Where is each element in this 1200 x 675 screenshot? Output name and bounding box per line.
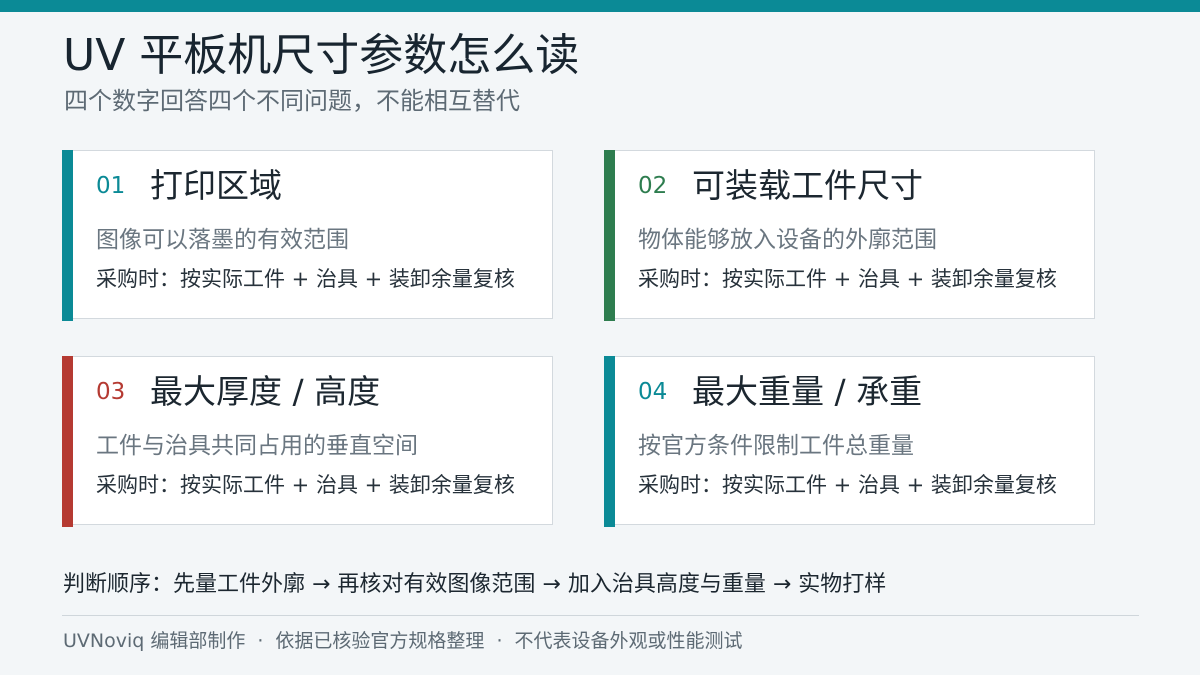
- footer-separator: ·: [496, 630, 503, 652]
- card-note: 采购时：按实际工件 + 治具 + 装卸余量复核: [638, 267, 1057, 291]
- card-accent-bar: [62, 356, 73, 527]
- top-accent-bar: [0, 0, 1200, 12]
- footer-separator: ·: [257, 630, 264, 652]
- page-title: UV 平板机尺寸参数怎么读: [63, 30, 580, 81]
- card-description: 按官方条件限制工件总重量: [638, 433, 914, 459]
- card-loadable-size: 02 可装载工件尺寸 物体能够放入设备的外廓范围 采购时：按实际工件 + 治具 …: [604, 150, 1095, 321]
- card-number: 02: [638, 173, 668, 199]
- footer-divider: [62, 615, 1139, 616]
- card-note: 采购时：按实际工件 + 治具 + 装卸余量复核: [96, 473, 515, 497]
- footer-source: 依据已核验官方规格整理: [275, 630, 485, 652]
- card-description: 图像可以落墨的有效范围: [96, 227, 349, 253]
- card-note: 采购时：按实际工件 + 治具 + 装卸余量复核: [638, 473, 1057, 497]
- card-heading: 最大重量 / 承重: [692, 372, 923, 411]
- footer-disclaimer: 不代表设备外观或性能测试: [514, 630, 743, 652]
- card-number: 01: [96, 173, 126, 199]
- card-print-area: 01 打印区域 图像可以落墨的有效范围 采购时：按实际工件 + 治具 + 装卸余…: [62, 150, 553, 321]
- card-heading: 最大厚度 / 高度: [150, 372, 381, 411]
- card-max-height: 03 最大厚度 / 高度 工件与治具共同占用的垂直空间 采购时：按实际工件 + …: [62, 356, 553, 527]
- judgment-sequence: 判断顺序：先量工件外廓 → 再核对有效图像范围 → 加入治具高度与重量 → 实物…: [63, 572, 887, 597]
- card-number: 03: [96, 379, 126, 405]
- card-accent-bar: [62, 150, 73, 321]
- card-description: 工件与治具共同占用的垂直空间: [96, 433, 418, 459]
- card-accent-bar: [604, 356, 615, 527]
- footer-producer: UVNoviq 编辑部制作: [63, 630, 246, 652]
- card-heading: 打印区域: [150, 166, 282, 205]
- card-accent-bar: [604, 150, 615, 321]
- card-heading: 可装载工件尺寸: [692, 166, 923, 205]
- card-number: 04: [638, 379, 668, 405]
- card-note: 采购时：按实际工件 + 治具 + 装卸余量复核: [96, 267, 515, 291]
- card-description: 物体能够放入设备的外廓范围: [638, 227, 937, 253]
- card-max-weight: 04 最大重量 / 承重 按官方条件限制工件总重量 采购时：按实际工件 + 治具…: [604, 356, 1095, 527]
- footer-credits: UVNoviq 编辑部制作 · 依据已核验官方规格整理 · 不代表设备外观或性能测试: [63, 627, 743, 655]
- page-subtitle: 四个数字回答四个不同问题，不能相互替代: [64, 87, 520, 115]
